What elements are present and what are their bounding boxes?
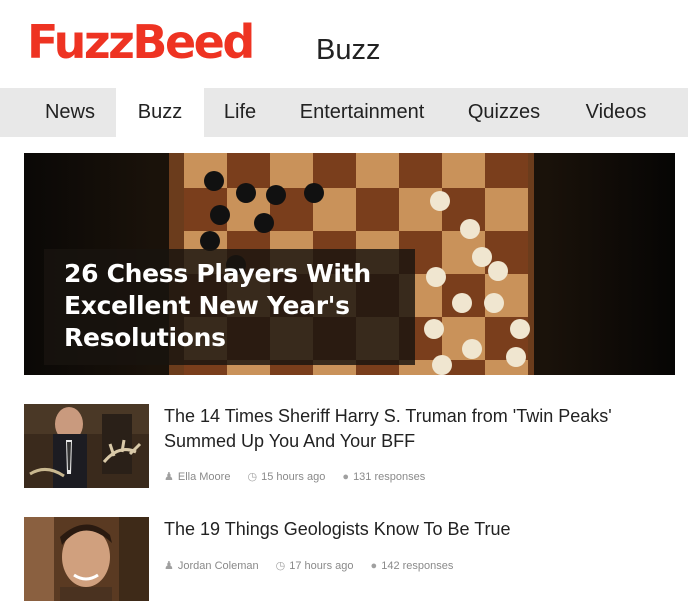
nav-item-news[interactable]: News (26, 88, 114, 137)
article-time: 17 hours ago (289, 559, 354, 572)
article-meta: ♟ Ella Moore ◷ 15 hours ago ● 131 responses (164, 470, 425, 484)
article-author[interactable]: Jordan Coleman (178, 560, 259, 572)
article-thumbnail[interactable] (24, 517, 149, 601)
article-item: The 19 Things Geologists Know To Be True… (24, 517, 674, 607)
article-responses[interactable]: 131 responses (353, 471, 425, 483)
nav-item-videos[interactable]: Videos (566, 88, 666, 137)
site-logo[interactable]: FuzzBeed (27, 14, 255, 70)
article-author[interactable]: Ella Moore (178, 471, 231, 483)
article-title[interactable]: The 14 Times Sheriff Harry S. Truman fro… (164, 404, 669, 454)
speech-bubble-icon: ● (342, 470, 350, 483)
hero-caption: 26 Chess Players With Excellent New Year… (44, 249, 415, 365)
article-time: 15 hours ago (261, 470, 326, 483)
clock-icon: ◷ (247, 471, 258, 483)
nav-item-life[interactable]: Life (204, 88, 276, 137)
person-icon: ♟ (164, 471, 174, 483)
article-item: The 14 Times Sheriff Harry S. Truman fro… (24, 404, 674, 494)
main-nav: News Buzz Life Entertainment Quizzes Vid… (0, 88, 688, 137)
nav-item-entertainment[interactable]: Entertainment (280, 88, 444, 137)
nav-item-quizzes[interactable]: Quizzes (448, 88, 560, 137)
nav-item-buzz[interactable]: Buzz (116, 88, 204, 137)
article-title[interactable]: The 19 Things Geologists Know To Be True (164, 517, 669, 542)
hero-article[interactable]: 26 Chess Players With Excellent New Year… (24, 153, 675, 375)
article-responses[interactable]: 142 responses (381, 560, 453, 572)
article-meta: ♟ Jordan Coleman ◷ 17 hours ago ● 142 respo… (164, 559, 453, 573)
speech-bubble-icon: ● (370, 559, 378, 572)
clock-icon: ◷ (275, 560, 286, 572)
section-name[interactable]: Buzz (316, 33, 380, 67)
hero-title[interactable]: 26 Chess Players With Excellent New Year… (64, 258, 409, 354)
article-thumbnail[interactable] (24, 404, 149, 488)
site-header: FuzzBeed Buzz (0, 0, 688, 88)
person-icon: ♟ (164, 560, 174, 572)
